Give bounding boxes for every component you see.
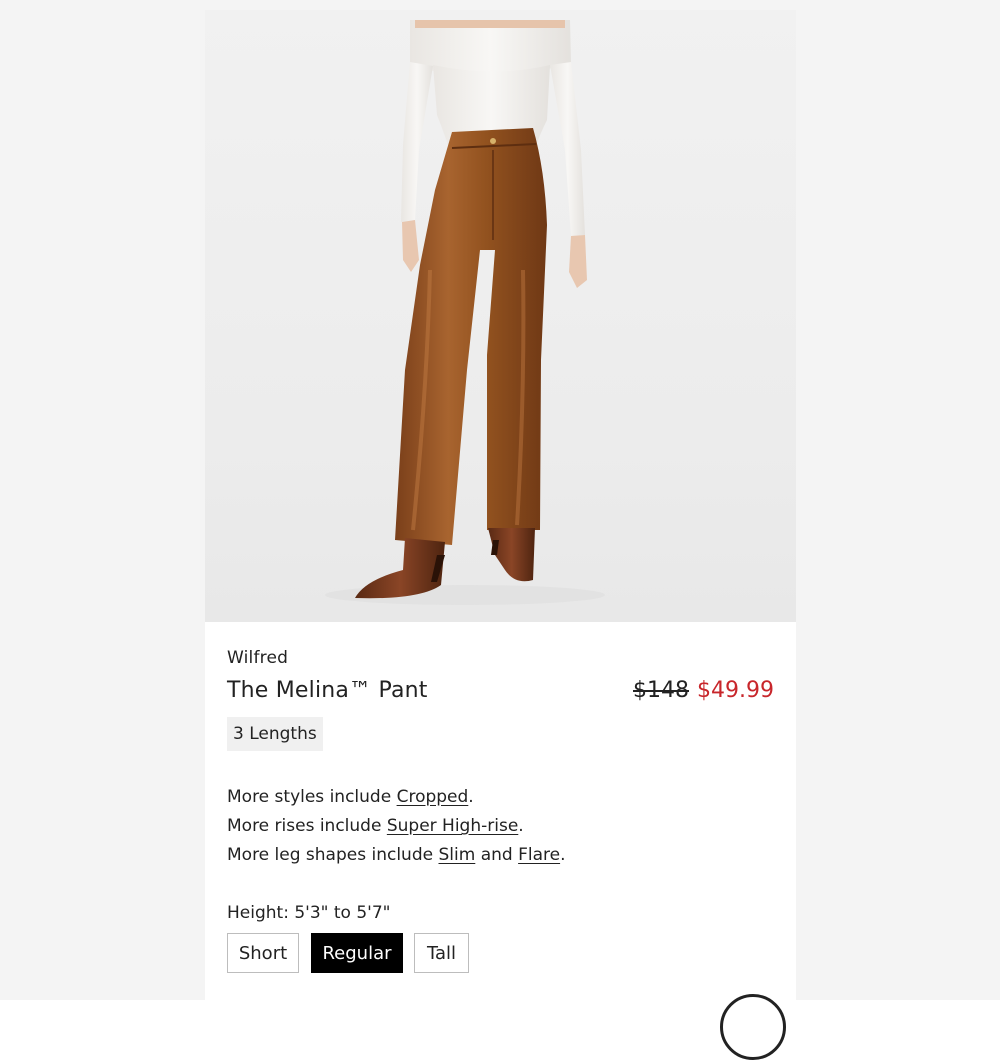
price-block: $148 $49.99 [633,678,774,703]
lengths-badge: 3 Lengths [227,717,323,751]
length-option-short[interactable]: Short [227,933,299,973]
more-legs-line: More leg shapes include Slim and Flare. [227,841,566,870]
brand-name: Wilfred [227,648,289,668]
more-rises-text: More rises include [227,816,387,836]
and-text: and [475,845,519,865]
product-card: Wilfred The Melina™ Pant $148 $49.99 3 Le… [205,10,796,1000]
more-styles-text: More styles include [227,787,397,807]
length-option-regular[interactable]: Regular [311,933,403,973]
cropped-link[interactable]: Cropped [397,787,469,807]
model-illustration [325,20,605,605]
more-styles-line: More styles include Cropped. [227,783,566,812]
period-text: . [468,787,474,807]
period-text: . [518,816,524,836]
product-title: The Melina™ Pant [227,678,428,703]
floating-action-button[interactable] [720,994,786,1060]
more-legs-text: More leg shapes include [227,845,439,865]
more-styles-block: More styles include Cropped. More rises … [227,783,566,870]
product-image[interactable] [205,10,796,622]
flare-link[interactable]: Flare [518,845,560,865]
slim-link[interactable]: Slim [438,845,475,865]
more-rises-line: More rises include Super High-rise. [227,812,566,841]
original-price: $148 [633,678,690,703]
period-text: . [560,845,566,865]
height-range-label: Height: 5'3" to 5'7" [227,903,391,923]
length-option-tall[interactable]: Tall [414,933,469,973]
super-high-rise-link[interactable]: Super High-rise [387,816,518,836]
sale-price: $49.99 [697,678,774,703]
